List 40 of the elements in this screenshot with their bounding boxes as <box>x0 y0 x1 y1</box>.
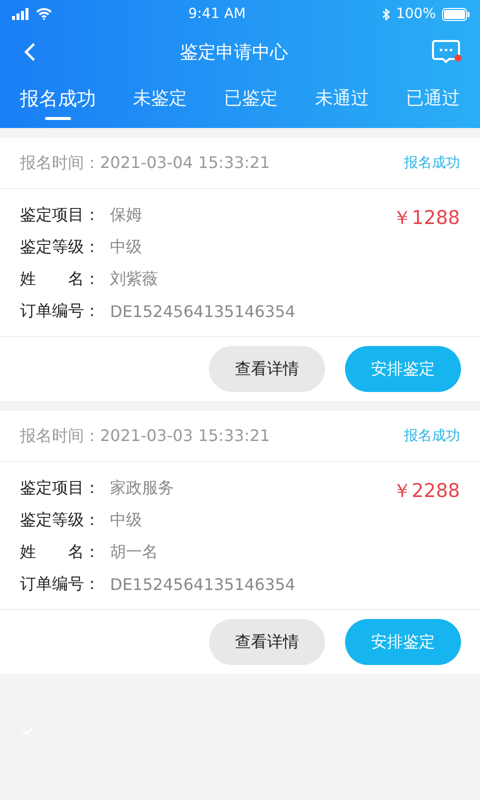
back-icon[interactable] <box>24 42 36 62</box>
wifi-icon <box>36 8 52 20</box>
field-value: 刘紫薇 <box>110 269 158 290</box>
field-label: 订单编号： <box>20 301 101 322</box>
page-title: 鉴定申请中心 <box>180 41 288 64</box>
signal-icon <box>12 8 30 20</box>
field-value: DE1524564135146354 <box>110 575 296 594</box>
order-status: 报名成功 <box>404 154 460 172</box>
field-label: 鉴定等级： <box>20 510 101 531</box>
details-button[interactable]: 查看详情 <box>209 619 325 665</box>
order-price: ￥2288 <box>392 480 460 502</box>
tab[interactable]: 报名成功 <box>20 86 96 124</box>
order-status: 报名成功 <box>404 427 460 445</box>
details-button[interactable]: 查看详情 <box>209 346 325 392</box>
field-value: 中级 <box>110 510 142 531</box>
arrange-button[interactable]: 安排鉴定 <box>345 619 461 665</box>
signup-time: 报名时间：2021-03-04 15:33:21 <box>20 152 270 174</box>
field-label: 姓 名： <box>20 269 101 290</box>
status-time: 9:41 AM <box>188 6 246 22</box>
battery-icon <box>442 8 470 20</box>
arrange-button[interactable]: 安排鉴定 <box>345 346 461 392</box>
field-value: 家政服务 <box>110 478 174 499</box>
field-label: 姓 名： <box>20 542 101 563</box>
field-value: 保姆 <box>110 205 142 226</box>
tab[interactable]: 已通过 <box>406 86 460 122</box>
field-value: 胡一名 <box>110 542 158 563</box>
battery-percent: 100% <box>396 6 436 22</box>
field-label: 鉴定项目： <box>20 205 101 226</box>
field-label: 鉴定项目： <box>20 478 101 499</box>
bluetooth-icon <box>382 8 390 20</box>
field-value: 中级 <box>110 237 142 258</box>
tab[interactable]: 未通过 <box>315 86 369 122</box>
signup-time: 报名时间：2021-03-03 15:33:21 <box>20 426 270 446</box>
tab[interactable]: 未鉴定 <box>133 86 187 122</box>
message-icon[interactable] <box>432 39 462 65</box>
tab[interactable]: 已鉴定 <box>224 86 278 122</box>
field-label: 订单编号： <box>20 574 101 595</box>
field-value: DE1524564135146354 <box>110 302 296 321</box>
order-price: ￥1288 <box>392 207 460 229</box>
field-label: 鉴定等级： <box>20 237 101 258</box>
